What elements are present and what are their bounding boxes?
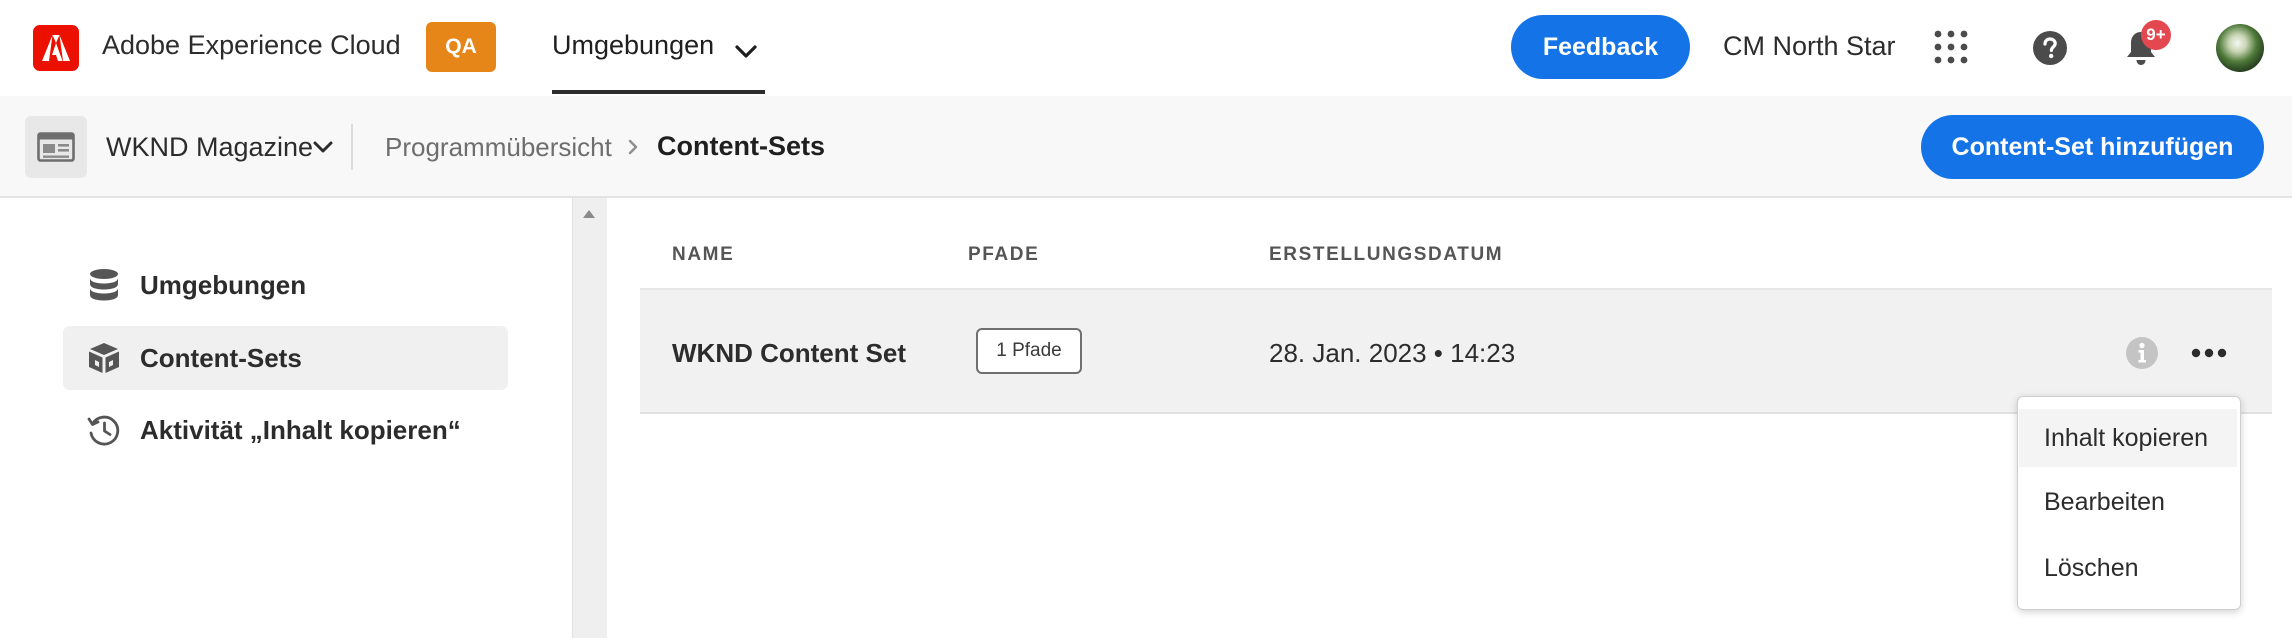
paths-tag[interactable]: 1 Pfade: [976, 328, 1082, 374]
chevron-right-icon: [626, 138, 640, 161]
menu-item-copy-content[interactable]: Inhalt kopieren: [2019, 409, 2237, 467]
divider: [351, 124, 353, 170]
chevron-down-icon[interactable]: [734, 44, 758, 65]
column-header-paths[interactable]: PFADE: [968, 244, 1039, 266]
help-icon[interactable]: [2032, 30, 2068, 66]
menu-item-delete[interactable]: Löschen: [2019, 539, 2237, 597]
column-header-created[interactable]: ERSTELLUNGSDATUM: [1269, 244, 1503, 266]
app-name[interactable]: Adobe Experience Cloud: [102, 30, 401, 61]
menu-item-label: Löschen: [2044, 554, 2139, 582]
breadcrumb-program-overview[interactable]: Programmübersicht: [385, 132, 612, 163]
info-icon[interactable]: [2125, 336, 2159, 370]
program-switcher[interactable]: WKND Magazine: [106, 132, 313, 163]
more-icon[interactable]: [2188, 336, 2230, 370]
tab-umgebungen[interactable]: Umgebungen: [552, 30, 714, 61]
notification-count-badge: 9+: [2141, 20, 2171, 50]
environment-badge: QA: [426, 22, 496, 72]
tab-selected-indicator: [552, 90, 765, 94]
add-content-set-button[interactable]: Content-Set hinzufügen: [1921, 115, 2264, 179]
scroll-up-arrow-icon[interactable]: [582, 206, 596, 224]
sidebar-item-content-sets[interactable]: Content-Sets: [63, 326, 508, 390]
feedback-button[interactable]: Feedback: [1511, 15, 1690, 79]
chevron-down-icon[interactable]: [312, 140, 334, 159]
sidebar-item-umgebungen[interactable]: Umgebungen: [63, 253, 508, 317]
org-switcher[interactable]: CM North Star: [1723, 31, 1896, 62]
sidebar-item-label: Content-Sets: [140, 343, 302, 373]
program-icon[interactable]: [25, 116, 87, 178]
user-avatar[interactable]: [2216, 24, 2264, 72]
menu-item-label: Bearbeiten: [2044, 488, 2165, 516]
database-icon: [87, 268, 121, 302]
menu-item-edit[interactable]: Bearbeiten: [2019, 473, 2237, 531]
sidebar-item-label: Umgebungen: [140, 270, 307, 300]
menu-item-label: Inhalt kopieren: [2044, 424, 2209, 452]
boxes-icon: [87, 341, 121, 375]
sidebar-item-copy-content-activity[interactable]: Aktivität „Inhalt kopieren“: [63, 398, 508, 462]
content-set-name[interactable]: WKND Content Set: [672, 338, 906, 369]
sidebar-item-label: Aktivität „Inhalt kopieren“: [140, 415, 461, 445]
column-header-name[interactable]: NAME: [672, 244, 734, 266]
sidebar-scrollbar[interactable]: [572, 198, 608, 638]
created-date: 28. Jan. 2023 • 14:23: [1269, 338, 1516, 368]
adobe-logo-icon[interactable]: [33, 25, 79, 71]
apps-grid-icon[interactable]: [1934, 30, 1968, 64]
breadcrumb-current-page: Content-Sets: [657, 131, 825, 161]
history-icon: [87, 413, 121, 447]
